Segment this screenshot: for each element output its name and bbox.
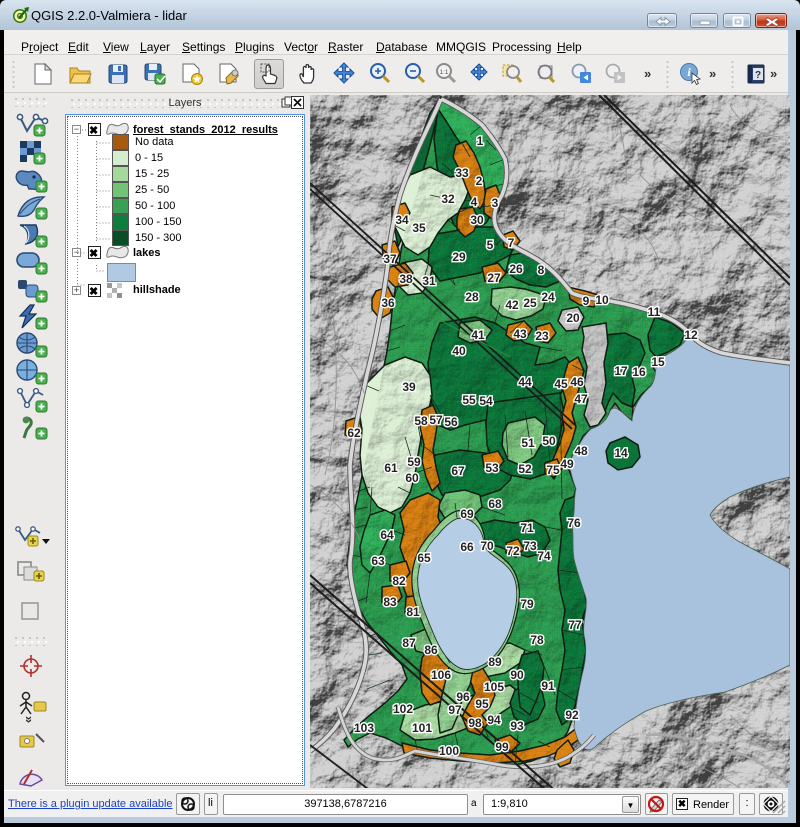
svg-text:79: 79: [520, 597, 534, 611]
svg-text:55: 55: [462, 393, 476, 407]
svg-text:1:1: 1:1: [439, 69, 448, 76]
svg-text:98: 98: [468, 716, 482, 730]
svg-text:50: 50: [542, 434, 556, 448]
svg-text:8: 8: [538, 263, 545, 277]
svg-text:11: 11: [648, 305, 661, 319]
svg-text:92: 92: [565, 708, 579, 722]
svg-text:76: 76: [567, 516, 581, 530]
svg-text:63: 63: [371, 554, 385, 568]
svg-text:38: 38: [399, 272, 413, 286]
svg-text:20: 20: [566, 311, 580, 325]
svg-text:101: 101: [412, 721, 432, 735]
svg-text:36: 36: [381, 296, 395, 310]
svg-text:68: 68: [488, 497, 502, 511]
svg-text:35: 35: [412, 221, 426, 235]
svg-text:15: 15: [651, 355, 665, 369]
svg-text:82: 82: [392, 574, 406, 588]
svg-text:2: 2: [476, 174, 483, 188]
svg-text:62: 62: [347, 426, 361, 440]
svg-text:33: 33: [455, 166, 469, 180]
svg-text:73: 73: [523, 539, 537, 553]
svg-text:99: 99: [495, 740, 509, 754]
svg-text:66: 66: [460, 540, 474, 554]
svg-text:89: 89: [488, 655, 502, 669]
svg-text:91: 91: [541, 679, 555, 693]
svg-text:78: 78: [530, 633, 544, 647]
svg-text:48: 48: [574, 444, 588, 458]
svg-text:64: 64: [380, 528, 394, 542]
svg-text:58: 58: [414, 414, 428, 428]
svg-text:54: 54: [479, 394, 493, 408]
svg-text:25: 25: [523, 296, 537, 310]
svg-text:40: 40: [452, 344, 466, 358]
svg-text:7: 7: [508, 236, 515, 250]
svg-text:70: 70: [480, 539, 494, 553]
svg-text:75: 75: [546, 463, 560, 477]
svg-text:9: 9: [583, 294, 590, 308]
svg-text:32: 32: [441, 192, 455, 206]
svg-text:46: 46: [570, 375, 584, 389]
svg-text:16: 16: [632, 365, 646, 379]
svg-text:39: 39: [402, 380, 416, 394]
svg-text:94: 94: [487, 713, 501, 727]
svg-text:47: 47: [574, 392, 588, 406]
svg-text:103: 103: [354, 721, 374, 735]
svg-text:87: 87: [402, 636, 416, 650]
svg-text:24: 24: [541, 290, 555, 304]
svg-text:45: 45: [554, 377, 568, 391]
svg-text:74: 74: [537, 549, 551, 563]
svg-text:72: 72: [506, 544, 520, 558]
svg-text:10: 10: [595, 293, 609, 307]
svg-text:67: 67: [451, 464, 465, 478]
svg-text:96: 96: [456, 690, 470, 704]
svg-text:44: 44: [518, 375, 532, 389]
svg-text:77: 77: [568, 618, 582, 632]
svg-text:60: 60: [405, 471, 419, 485]
svg-text:49: 49: [560, 457, 574, 471]
svg-text:42: 42: [505, 298, 519, 312]
svg-text:100: 100: [439, 744, 459, 758]
svg-text:90: 90: [510, 668, 524, 682]
svg-text:52: 52: [518, 462, 532, 476]
svg-text:71: 71: [520, 521, 534, 535]
svg-text:83: 83: [383, 595, 397, 609]
svg-text:86: 86: [424, 643, 438, 657]
svg-text:17: 17: [614, 364, 628, 378]
svg-text:4: 4: [471, 195, 478, 209]
svg-text:105: 105: [484, 680, 504, 694]
svg-text:3: 3: [492, 196, 499, 210]
svg-text:81: 81: [406, 605, 420, 619]
svg-text:23: 23: [535, 329, 549, 343]
svg-text:29: 29: [452, 250, 466, 264]
svg-text:5: 5: [487, 238, 494, 252]
svg-text:51: 51: [521, 436, 535, 450]
svg-text:14: 14: [614, 446, 628, 460]
svg-text:93: 93: [510, 719, 524, 733]
svg-text:95: 95: [475, 697, 489, 711]
svg-text:102: 102: [393, 702, 413, 716]
svg-text:43: 43: [513, 327, 527, 341]
svg-text:1: 1: [477, 134, 484, 148]
svg-text:97: 97: [448, 703, 462, 717]
svg-text:61: 61: [384, 461, 398, 475]
svg-text:34: 34: [395, 213, 409, 227]
svg-text:41: 41: [471, 328, 485, 342]
svg-text:53: 53: [485, 461, 499, 475]
svg-text:30: 30: [470, 213, 484, 227]
svg-text:57: 57: [429, 413, 443, 427]
svg-text:65: 65: [417, 551, 431, 565]
svg-text:59: 59: [407, 455, 421, 469]
svg-text:12: 12: [684, 328, 698, 342]
svg-text:69: 69: [460, 507, 474, 521]
svg-text:37: 37: [383, 252, 397, 266]
svg-text:31: 31: [422, 274, 436, 288]
svg-text:27: 27: [487, 271, 501, 285]
svg-text:26: 26: [509, 262, 523, 276]
svg-text:?: ?: [755, 70, 761, 81]
svg-text:106: 106: [431, 668, 451, 682]
svg-text:28: 28: [465, 290, 479, 304]
svg-text:56: 56: [444, 415, 458, 429]
